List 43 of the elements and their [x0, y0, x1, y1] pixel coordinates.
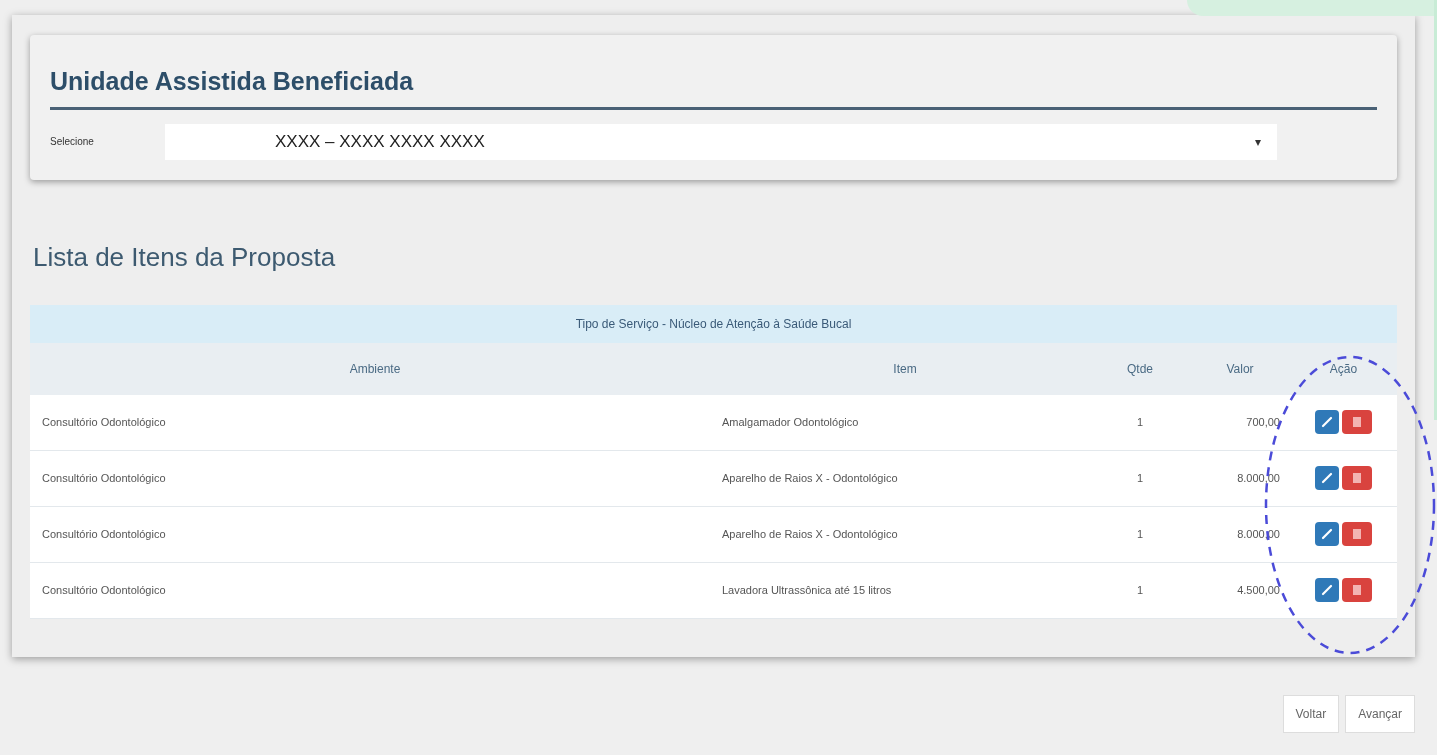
table-cell-text: 1	[1136, 526, 1144, 542]
delete-button[interactable]	[1342, 578, 1372, 602]
table-cell-text: Amalgamador Odontológico	[722, 414, 859, 430]
delete-button[interactable]	[1342, 410, 1372, 434]
table-cell-text: 1	[1136, 414, 1144, 430]
table-cell-text: 8.000,00	[1237, 470, 1280, 486]
pencil-icon	[1321, 584, 1333, 596]
trash-icon	[1352, 416, 1362, 428]
edit-button[interactable]	[1315, 466, 1339, 490]
column-header: Ambiente	[349, 360, 401, 378]
nav-button[interactable]: Voltar	[1282, 694, 1340, 733]
table-cell-text: 1	[1136, 470, 1144, 486]
table-cell-text: Consultório Odontológico	[42, 582, 166, 598]
unit-select[interactable]: XXXX – XXXX XXXX XXXX ▾	[165, 123, 1277, 160]
trash-icon	[1352, 528, 1362, 540]
table-cell-text: Consultório Odontológico	[42, 470, 166, 486]
column-header: Valor	[1226, 360, 1254, 378]
trash-icon	[1352, 584, 1362, 596]
table-cell-text: Lavadora Ultrassônica até 15 litros	[722, 582, 892, 598]
pencil-icon	[1321, 472, 1333, 484]
pencil-icon	[1321, 416, 1333, 428]
column-header: Item	[893, 360, 917, 378]
table-cell-text: Aparelho de Raios X - Odontológico	[722, 526, 898, 542]
table-cell-text: Consultório Odontológico	[42, 526, 166, 542]
table-cell-text: Consultório Odontológico	[42, 414, 166, 430]
group-header: Tipo de Serviço - Núcleo de Atenção à Saúde Bucal	[30, 304, 1397, 343]
delete-button[interactable]	[1342, 522, 1372, 546]
trash-icon	[1352, 472, 1362, 484]
list-title: Lista de Itens da Proposta	[32, 240, 337, 274]
table-cell-text: Aparelho de Raios X - Odontológico	[722, 470, 898, 486]
edit-button[interactable]	[1315, 522, 1339, 546]
pencil-icon	[1321, 528, 1333, 540]
section-title: Unidade Assistida Beneficiada	[50, 63, 1377, 110]
select-label: Selecione	[50, 135, 95, 149]
table-cell-text: 1	[1136, 582, 1144, 598]
table-cell-text: 700,00	[1246, 414, 1280, 430]
edit-button[interactable]	[1315, 410, 1339, 434]
delete-button[interactable]	[1342, 466, 1372, 490]
column-header: Ação	[1329, 360, 1358, 378]
table-cell-text: 4.500,00	[1237, 582, 1280, 598]
edit-button[interactable]	[1315, 578, 1339, 602]
nav-button[interactable]: Avançar	[1345, 694, 1415, 733]
column-header: Qtde	[1127, 360, 1153, 378]
